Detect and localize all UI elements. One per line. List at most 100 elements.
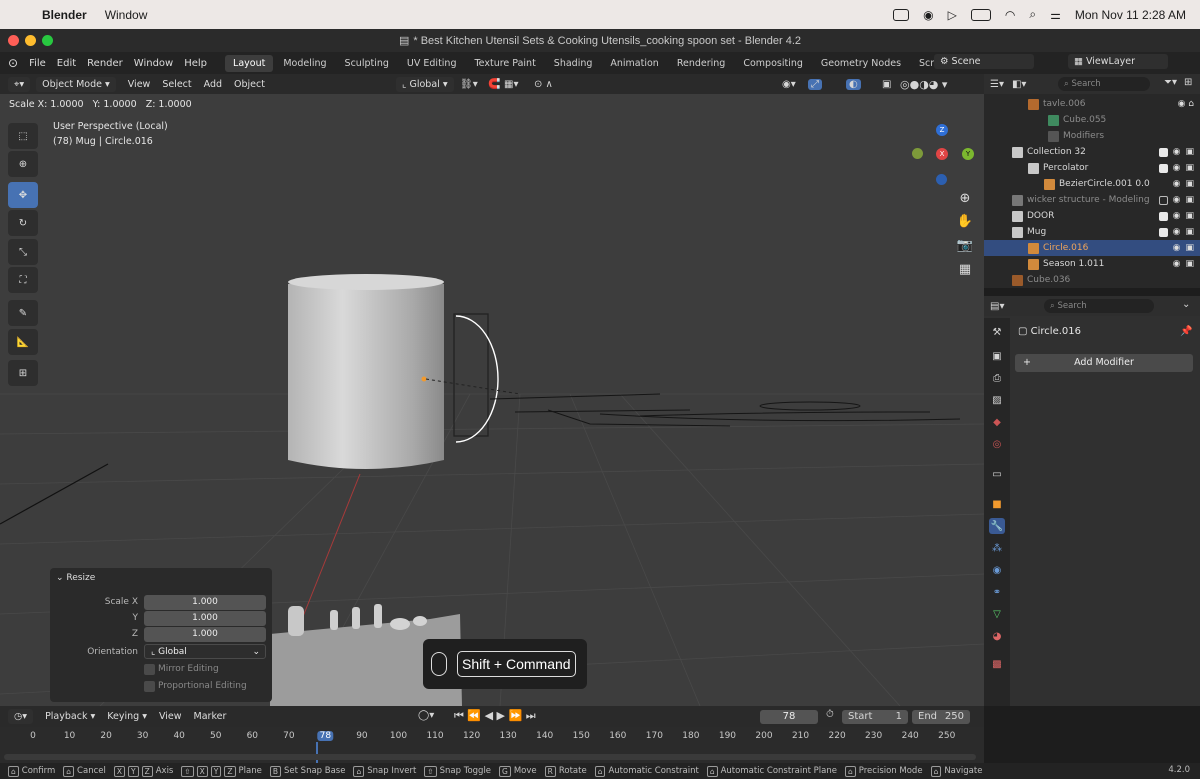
close-window-button[interactable] xyxy=(8,35,19,46)
collection-checkbox[interactable] xyxy=(1158,147,1168,157)
outliner-row[interactable]: Cube.055 xyxy=(984,112,1200,128)
redo-panel-resize[interactable]: ⌄ Resize Scale X 1.000 Y 1.000 Z 1.000 O… xyxy=(50,568,272,702)
snap-icon[interactable]: 🧲 xyxy=(488,79,500,90)
timeline-editor-icon[interactable]: ◷▾ xyxy=(8,709,34,724)
menu-edit[interactable]: Edit xyxy=(57,58,76,69)
data-tab-icon[interactable]: ▽ xyxy=(989,606,1005,622)
outliner-row[interactable]: tavle.006 ◉ ⌂ xyxy=(984,96,1200,112)
constraints-tab-icon[interactable]: ⚭ xyxy=(989,584,1005,600)
eye-icon[interactable]: ◉ xyxy=(1173,243,1181,253)
outliner-row[interactable]: Cube.036 xyxy=(984,272,1200,288)
tab-animation[interactable]: Animation xyxy=(602,55,666,72)
xray-toggle-icon[interactable]: ▣ xyxy=(882,79,891,90)
control-center-icon[interactable]: ⚌ xyxy=(1050,8,1061,22)
cursor-tool[interactable]: ⊕ xyxy=(8,151,38,177)
menu-marker[interactable]: Marker xyxy=(194,711,227,722)
tab-geometry-nodes[interactable]: Geometry Nodes xyxy=(813,55,909,72)
menu-select[interactable]: Select xyxy=(162,79,191,90)
scale-z-field[interactable]: 1.000 xyxy=(144,627,266,642)
camera-icon[interactable]: 📷 xyxy=(955,235,975,255)
collection-checkbox[interactable] xyxy=(1158,227,1168,237)
properties-editor[interactable]: ▤▾ ⌕ Search ⌄ ⚒ ▣ ⎙ ▨ ◆ ◎ ▭ ■ 🔧 ⁂ ◉ ⚭ ▽ … xyxy=(984,296,1200,706)
media-icon[interactable]: ◉ xyxy=(923,8,933,22)
eye-icon[interactable]: ◉ xyxy=(1173,195,1181,205)
render-camera-icon[interactable]: ▣ xyxy=(1185,243,1194,253)
eye-icon[interactable]: ◉ xyxy=(1173,147,1181,157)
proportional-edit-icon[interactable]: ⊙ ∧ xyxy=(534,79,553,90)
timeline-ruler[interactable]: 0 10 20 30 40 50 60 70 78 90 100 110 120 130 140 150 160… xyxy=(0,727,984,763)
filter-icon[interactable]: ⏷▾ xyxy=(1164,77,1177,88)
render-camera-icon[interactable]: ▣ xyxy=(1185,259,1194,269)
mirror-editing-checkbox[interactable] xyxy=(144,664,155,675)
render-camera-icon[interactable]: ▣ xyxy=(1185,179,1194,189)
mode-selector[interactable]: Object Mode ▾ xyxy=(36,76,116,92)
editor-type-button[interactable]: ⌖▾ xyxy=(8,76,31,92)
viewlayer-selector[interactable]: ▦ ViewLayer xyxy=(1068,54,1168,69)
start-frame-field[interactable]: Start 1 xyxy=(842,710,908,724)
pan-hand-icon[interactable]: ✋ xyxy=(955,211,975,231)
world-tab-icon[interactable]: ◎ xyxy=(989,436,1005,452)
gizmo-neg-z-axis[interactable] xyxy=(936,174,947,185)
tab-compositing[interactable]: Compositing xyxy=(735,55,811,72)
redo-panel-header[interactable]: ⌄ Resize xyxy=(56,573,95,583)
snap-target-icon[interactable]: ▦▾ xyxy=(504,79,518,90)
scale-tool[interactable]: ⤡ xyxy=(8,239,38,265)
outliner-editor-icon[interactable]: ☰▾ xyxy=(990,79,1004,90)
texture-tab-icon[interactable]: ▩ xyxy=(989,656,1005,672)
menu-view[interactable]: View xyxy=(128,79,151,90)
grid-toggle-icon[interactable]: ▦ xyxy=(955,259,975,279)
options-chevron-icon[interactable]: ⌄ xyxy=(1182,299,1190,310)
render-camera-icon[interactable]: ▣ xyxy=(1185,163,1194,173)
particles-tab-icon[interactable]: ⁂ xyxy=(989,540,1005,556)
menu-render[interactable]: Render xyxy=(87,58,123,69)
transform-orientation-selector[interactable]: ⌞ Global ▾ xyxy=(396,76,454,92)
battery-icon[interactable] xyxy=(970,8,991,21)
tab-modeling[interactable]: Modeling xyxy=(275,55,334,72)
current-frame-marker[interactable]: 78 xyxy=(317,731,334,741)
scale-y-field[interactable]: 1.000 xyxy=(144,611,266,626)
properties-editor-icon[interactable]: ▤▾ xyxy=(990,301,1004,312)
collection-checkbox[interactable] xyxy=(1158,163,1168,173)
eye-icon[interactable]: ◉ xyxy=(1173,179,1181,189)
zoom-window-button[interactable] xyxy=(42,35,53,46)
outliner-row[interactable]: DOOR ◉ ▣ xyxy=(984,208,1200,224)
menu-playback[interactable]: Playback ▾ xyxy=(45,711,95,722)
play-icon[interactable]: ▷ xyxy=(948,8,957,22)
output-tab-icon[interactable]: ⎙ xyxy=(989,370,1005,386)
menu-object[interactable]: Object xyxy=(234,79,265,90)
gizmo-neg-y-axis[interactable] xyxy=(912,148,923,159)
proportional-editing-checkbox[interactable] xyxy=(144,681,155,692)
minimize-window-button[interactable] xyxy=(25,35,36,46)
eye-icon[interactable]: ◉ xyxy=(1173,163,1181,173)
new-collection-icon[interactable]: ⊞ xyxy=(1184,77,1192,88)
menu-add[interactable]: Add xyxy=(204,79,222,90)
zoom-icon[interactable]: ⊕ xyxy=(955,188,975,208)
spotlight-search-icon[interactable]: ⌕ xyxy=(1029,7,1036,22)
current-frame-field[interactable]: 78 xyxy=(760,710,818,724)
pivot-icon[interactable]: ⛓▾ xyxy=(460,79,478,90)
playback-controls[interactable]: ⏮ ⏪ ◀ ▶ ⏩ ⏭ xyxy=(454,709,536,723)
measure-tool[interactable]: 📐 xyxy=(8,329,38,355)
add-cube-tool[interactable]: ⊞ xyxy=(8,360,38,386)
modifier-tab-icon[interactable]: 🔧 xyxy=(989,518,1005,534)
gizmo-x-axis[interactable]: X xyxy=(936,148,948,160)
gizmo-toggle-icon[interactable]: ⤢ xyxy=(808,78,822,90)
annotate-tool[interactable]: ✎ xyxy=(8,300,38,326)
eye-icon[interactable]: ◉ xyxy=(1173,259,1181,269)
outliner-row[interactable]: BezierCircle.001 0.0 ◉ ▣ xyxy=(984,176,1200,192)
tab-texture-paint[interactable]: Texture Paint xyxy=(466,55,543,72)
object-tab-icon[interactable]: ■ xyxy=(989,496,1005,512)
overlay-toggle-icon[interactable]: ◐ xyxy=(846,78,861,90)
tab-uv-editing[interactable]: UV Editing xyxy=(399,55,465,72)
blender-logo-icon[interactable]: ⊙ xyxy=(8,56,18,70)
mug-object[interactable] xyxy=(288,274,499,469)
tab-sculpting[interactable]: Sculpting xyxy=(337,55,397,72)
scale-x-field[interactable]: 1.000 xyxy=(144,595,266,610)
render-camera-icon[interactable]: ▣ xyxy=(1185,195,1194,205)
timeline-scrollbar[interactable] xyxy=(4,754,976,760)
shading-modes-icon[interactable]: ◎●◑◕ ▾ xyxy=(900,78,947,91)
menu-help[interactable]: Help xyxy=(184,58,207,69)
menu-view[interactable]: View xyxy=(159,711,182,722)
menu-file[interactable]: File xyxy=(29,58,46,69)
properties-search-input[interactable]: ⌕ Search xyxy=(1044,299,1154,313)
